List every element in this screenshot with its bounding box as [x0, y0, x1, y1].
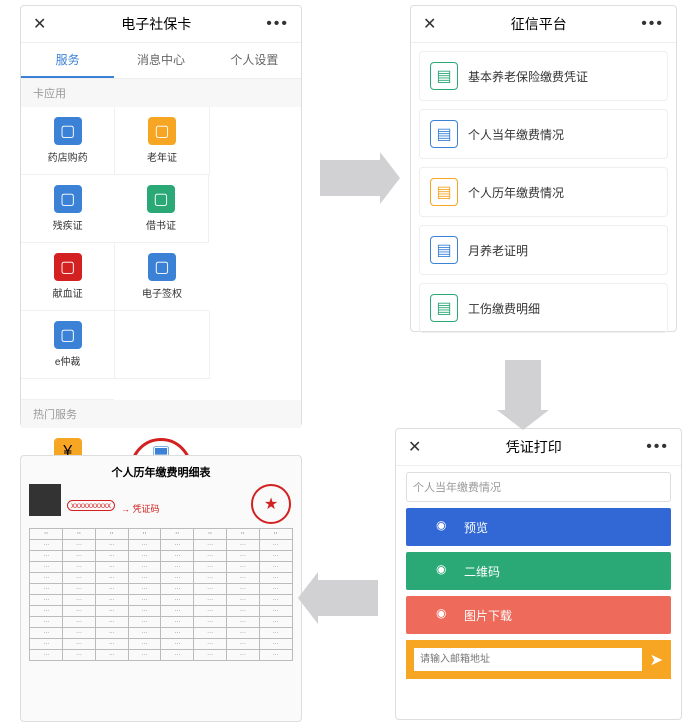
action-button[interactable]: ◉ 预览 — [406, 508, 671, 546]
cert-code-highlight: xxxxxxxxxx — [67, 500, 115, 511]
action-button[interactable]: ◉ 二维码 — [406, 552, 671, 590]
app-icon: ▢ — [54, 253, 82, 281]
header: ✕ 凭证打印 ••• — [396, 429, 681, 466]
more-icon[interactable]: ••• — [646, 438, 669, 456]
item-label: 个人当年缴费情况 — [468, 126, 564, 143]
send-icon[interactable]: ➤ — [650, 650, 663, 670]
data-table: ········································… — [29, 528, 292, 661]
tab-service[interactable]: 服务 — [21, 43, 114, 78]
arrow-down-icon — [505, 360, 541, 410]
panel-title: 凭证打印 — [421, 437, 646, 457]
stamp-icon: ★ — [251, 484, 291, 524]
credit-list: ▤ 基本养老保险缴费凭证 ▤ 个人当年缴费情况 ▤ 个人历年缴费情况 ▤ 月养老证明 ▤ 工伤缴费… — [411, 43, 676, 349]
item-label: 月养老证明 — [468, 242, 528, 259]
document-preview: 个人历年缴费明细表 xxxxxxxxxx → 凭证码 ★ ···········… — [20, 455, 302, 722]
header: ✕ 征信平台 ••• — [411, 6, 676, 43]
app-cell[interactable]: ▢ e仲裁 — [21, 311, 115, 379]
item-icon: ▤ — [430, 236, 458, 264]
close-icon[interactable]: ✕ — [423, 14, 436, 34]
app-cell[interactable]: ▢ 残疾证 — [21, 175, 114, 243]
button-icon: ◉ — [436, 606, 454, 624]
panel-title: 征信平台 — [436, 14, 641, 34]
list-item[interactable]: ▤ 工伤缴费明细 — [419, 283, 668, 333]
app-cell[interactable]: ▢ 献血证 — [21, 243, 115, 311]
section-label: 热门服务 — [21, 400, 301, 428]
credit-platform-panel: ✕ 征信平台 ••• ▤ 基本养老保险缴费凭证 ▤ 个人当年缴费情况 ▤ 个人历年缴费情况… — [410, 5, 677, 332]
app-cell[interactable]: ▢ 老年证 — [115, 107, 209, 175]
list-item[interactable]: ▤ 个人当年缴费情况 — [419, 109, 668, 159]
more-icon[interactable]: ••• — [641, 15, 664, 33]
app-icon: ▢ — [148, 117, 176, 145]
item-icon: ▤ — [430, 120, 458, 148]
cert-type-input[interactable]: 个人当年缴费情况 — [406, 472, 671, 502]
doc-title: 个人历年缴费明细表 — [21, 456, 301, 488]
item-label: 个人历年缴费情况 — [468, 184, 564, 201]
item-icon: ▤ — [430, 294, 458, 322]
email-row: ➤ — [406, 640, 671, 679]
list-item[interactable]: ▤ 月养老证明 — [419, 225, 668, 275]
section-label: 卡应用 — [21, 79, 301, 107]
print-panel: ✕ 凭证打印 ••• 个人当年缴费情况 ◉ 预览 ◉ 二维码 ◉ 图片下载 ➤ — [395, 428, 682, 720]
button-icon: ◉ — [436, 518, 454, 536]
button-icon: ◉ — [436, 562, 454, 580]
app-icon: ▢ — [54, 185, 82, 213]
item-label: 基本养老保险缴费凭证 — [468, 68, 588, 85]
app-icon: ▢ — [54, 321, 82, 349]
app-label: e仲裁 — [21, 353, 114, 368]
app-cell[interactable]: ▢ 借书证 — [114, 175, 208, 243]
button-label: 图片下载 — [464, 607, 512, 624]
panel-title: 电子社保卡 — [46, 14, 266, 34]
arrow-left-icon — [318, 580, 378, 616]
header: ✕ 电子社保卡 ••• — [21, 6, 301, 43]
app-icon: ▢ — [148, 253, 176, 281]
app-label: 残疾证 — [21, 217, 114, 232]
app-cell[interactable]: ▢ 药店购药 — [21, 107, 115, 175]
social-card-panel: ✕ 电子社保卡 ••• 服务 消息中心 个人设置 卡应用 ▢ 药店购药 ▢ 老年证 ▢ 残… — [20, 5, 302, 427]
close-icon[interactable]: ✕ — [33, 14, 46, 34]
list-item[interactable]: ▤ 个人历年缴费情况 — [419, 167, 668, 217]
app-label: 药店购药 — [21, 149, 114, 164]
close-icon[interactable]: ✕ — [408, 437, 421, 457]
app-label: 电子签权 — [115, 285, 208, 300]
app-label: 献血证 — [21, 285, 114, 300]
app-icon: ▢ — [54, 117, 82, 145]
button-label: 预览 — [464, 519, 488, 536]
tab-settings[interactable]: 个人设置 — [208, 43, 301, 78]
tab-messages[interactable]: 消息中心 — [114, 43, 207, 78]
app-label: 老年证 — [115, 149, 208, 164]
app-cell[interactable]: ▢ 电子签权 — [115, 243, 208, 311]
list-item[interactable]: ▤ 基本养老保险缴费凭证 — [419, 51, 668, 101]
item-icon: ▤ — [430, 178, 458, 206]
qr-code-icon — [29, 484, 61, 516]
more-icon[interactable]: ••• — [266, 15, 289, 33]
arrow-icon: → 凭证码 — [121, 502, 160, 515]
item-icon: ▤ — [430, 62, 458, 90]
button-label: 二维码 — [464, 563, 500, 580]
action-button[interactable]: ◉ 图片下载 — [406, 596, 671, 634]
email-input[interactable] — [414, 648, 642, 671]
arrow-right-icon — [320, 160, 380, 196]
item-label: 工伤缴费明细 — [468, 300, 540, 317]
app-grid: ▢ 药店购药 ▢ 老年证 ▢ 残疾证 ▢ 借书证 ▢ 献血证 ▢ 电子签权 ▢ e仲裁 — [21, 107, 301, 400]
app-icon: ▢ — [147, 185, 175, 213]
tabs: 服务 消息中心 个人设置 — [21, 43, 301, 79]
app-label: 借书证 — [114, 217, 207, 232]
